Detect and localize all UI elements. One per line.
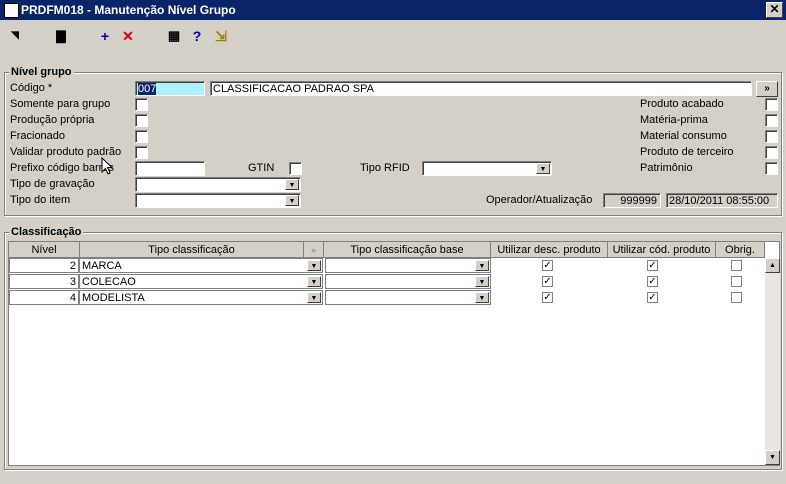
- material-consumo-label: Material consumo: [640, 130, 727, 142]
- cod-checkbox[interactable]: ✓: [647, 276, 658, 287]
- produto-terceiro-label: Produto de terceiro: [640, 146, 734, 158]
- tipo-gravacao-label: Tipo de gravação: [10, 178, 95, 190]
- chevron-down-icon[interactable]: ▼: [307, 276, 321, 287]
- chevron-down-icon[interactable]: ▼: [475, 292, 489, 303]
- app-icon: [4, 3, 19, 18]
- delete-icon[interactable]: ✕: [119, 27, 137, 45]
- desc-checkbox[interactable]: ✓: [542, 260, 553, 271]
- more-button[interactable]: »: [756, 81, 778, 97]
- vertical-scrollbar[interactable]: ▲ ▼: [765, 258, 780, 465]
- tipo-cell[interactable]: MARCA: [79, 258, 323, 273]
- window-title: PRDFM018 - Manutenção Nível Grupo: [21, 3, 236, 17]
- mouse-cursor-icon: [101, 157, 113, 175]
- obrig-checkbox[interactable]: [731, 260, 742, 271]
- sort-icon[interactable]: »: [304, 242, 324, 258]
- descricao-input[interactable]: CLASSIFICACAO PADRAO SPA: [210, 81, 752, 96]
- patrimonio-checkbox[interactable]: [765, 162, 778, 175]
- chevron-down-icon[interactable]: ▼: [307, 292, 321, 303]
- chevron-down-icon[interactable]: ▼: [475, 276, 489, 287]
- cod-checkbox[interactable]: ✓: [647, 292, 658, 303]
- produto-acabado-checkbox[interactable]: [765, 98, 778, 111]
- prefixo-label: Prefixo código barras: [10, 162, 114, 174]
- materia-prima-checkbox[interactable]: [765, 114, 778, 127]
- fracionado-checkbox[interactable]: [135, 130, 148, 143]
- grid-header: Nível Tipo classificação » Tipo classifi…: [9, 242, 765, 258]
- desc-checkbox[interactable]: ✓: [542, 292, 553, 303]
- patrimonio-label: Patrimônio: [640, 162, 693, 174]
- codigo-value: 007: [138, 83, 157, 95]
- producao-propria-checkbox[interactable]: [135, 114, 148, 127]
- codigo-label: Código *: [10, 82, 53, 94]
- chevron-down-icon[interactable]: ▼: [285, 195, 299, 206]
- operador-field: 999999: [603, 193, 661, 208]
- prefixo-input[interactable]: [135, 161, 205, 176]
- title-bar: PRDFM018 - Manutenção Nível Grupo ✕: [0, 0, 786, 20]
- tipo-rfid-label: Tipo RFID: [360, 162, 410, 174]
- nivel-cell[interactable]: 3: [9, 274, 79, 289]
- save-icon[interactable]: ▇: [52, 27, 70, 45]
- materia-prima-label: Matéria-prima: [640, 114, 708, 126]
- tipo-base-cell[interactable]: [325, 274, 491, 289]
- chevron-down-icon[interactable]: ▼: [475, 260, 489, 271]
- nivel-cell[interactable]: 4: [9, 290, 79, 305]
- tipo-rfid-select[interactable]: ▼: [422, 161, 552, 176]
- somente-grupo-checkbox[interactable]: [135, 98, 148, 111]
- tipo-base-cell[interactable]: [325, 258, 491, 273]
- desc-checkbox[interactable]: ✓: [542, 276, 553, 287]
- validar-produto-checkbox[interactable]: [135, 146, 148, 159]
- tipo-base-cell[interactable]: [325, 290, 491, 305]
- header-nivel[interactable]: Nível: [9, 242, 80, 258]
- add-icon[interactable]: +: [96, 27, 114, 45]
- exit-icon[interactable]: ⇲: [212, 27, 230, 45]
- chevron-down-icon[interactable]: ▼: [536, 163, 550, 174]
- chevron-down-icon[interactable]: ▼: [285, 179, 299, 190]
- classificacao-grid: Nível Tipo classificação » Tipo classifi…: [8, 241, 780, 466]
- header-utilizar-desc[interactable]: Utilizar desc. produto: [491, 242, 608, 258]
- header-tipo-base[interactable]: Tipo classificação base: [324, 242, 491, 258]
- tipo-cell[interactable]: MODELISTA: [79, 290, 323, 305]
- gtin-label: GTIN: [248, 162, 275, 174]
- close-button[interactable]: ✕: [766, 2, 783, 18]
- fracionado-label: Fracionado: [10, 130, 66, 142]
- produto-terceiro-checkbox[interactable]: [765, 146, 778, 159]
- header-utilizar-cod[interactable]: Utilizar cód. produto: [608, 242, 716, 258]
- toolbar: ◥ ▇ + ✕ ▦ ? ⇲: [0, 22, 786, 50]
- obrig-checkbox[interactable]: [731, 292, 742, 303]
- operador-label: Operador/Atualização: [486, 194, 593, 206]
- tipo-item-label: Tipo do item: [10, 194, 71, 206]
- somente-grupo-label: Somente para grupo: [10, 98, 111, 110]
- atualizacao-field: 28/10/2011 08:55:00: [666, 193, 778, 208]
- scroll-up-icon[interactable]: ▲: [765, 258, 780, 273]
- nivel-cell[interactable]: 2: [9, 258, 79, 273]
- navigate-icon[interactable]: ◥: [6, 27, 24, 45]
- nivel-grupo-title: Nível grupo: [9, 66, 74, 78]
- material-consumo-checkbox[interactable]: [765, 130, 778, 143]
- header-obrig[interactable]: Obrig.: [716, 242, 765, 258]
- produto-acabado-label: Produto acabado: [640, 98, 724, 110]
- classificacao-title: Classificação: [9, 226, 84, 238]
- grid-icon[interactable]: ▦: [165, 27, 183, 45]
- producao-propria-label: Produção própria: [10, 114, 95, 126]
- cod-checkbox[interactable]: ✓: [647, 260, 658, 271]
- obrig-checkbox[interactable]: [731, 276, 742, 287]
- chevron-down-icon[interactable]: ▼: [307, 260, 321, 271]
- gtin-checkbox[interactable]: [289, 162, 302, 175]
- tipo-cell[interactable]: COLECAO: [79, 274, 323, 289]
- tipo-item-select[interactable]: ▼: [135, 193, 301, 208]
- help-icon[interactable]: ?: [188, 27, 206, 45]
- tipo-gravacao-select[interactable]: ▼: [135, 177, 301, 192]
- scroll-down-icon[interactable]: ▼: [765, 450, 780, 465]
- header-tipo-classificacao[interactable]: Tipo classificação: [80, 242, 304, 258]
- codigo-input[interactable]: 007: [135, 81, 205, 96]
